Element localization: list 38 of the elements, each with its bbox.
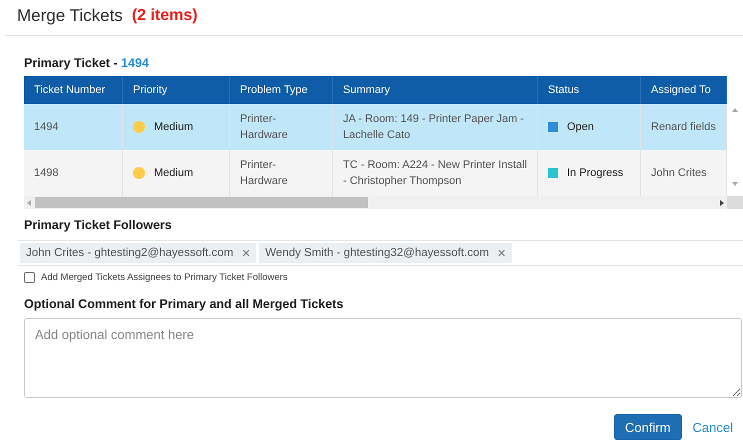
column-header[interactable]: Summary bbox=[333, 76, 538, 104]
column-header[interactable]: Ticket Number bbox=[24, 76, 123, 104]
table-cell: Renard fields bbox=[641, 104, 727, 150]
column-header[interactable]: Status bbox=[538, 76, 641, 104]
column-header[interactable]: Priority bbox=[123, 76, 230, 104]
priority-label: Medium bbox=[154, 120, 194, 135]
priority-label: Medium bbox=[154, 166, 194, 181]
status-label: In Progress bbox=[567, 166, 624, 181]
followers-field[interactable]: John Crites - ghtesting2@hayessoft.com ✕ Wendy Smith - ghtesting32@hayessoft.com ✕ bbox=[18, 240, 743, 266]
section-heading: Primary Ticket Followers bbox=[24, 218, 172, 232]
cancel-link[interactable]: Cancel bbox=[692, 420, 733, 434]
checkbox-label: Add Merged Tickets Assignees to Primary Ticket Followers bbox=[41, 272, 288, 283]
primary-ticket-heading: Primary Ticket - 1494 bbox=[24, 56, 149, 70]
scrollbar-corner bbox=[727, 196, 743, 209]
checkbox[interactable] bbox=[24, 272, 35, 283]
comment-field[interactable]: Add optional comment here bbox=[24, 318, 742, 398]
scroll-left-icon[interactable] bbox=[27, 200, 31, 206]
table-cell: JA - Room: 149 - Printer Paper Jam - Lachelle Cato bbox=[333, 104, 538, 150]
table-cell: Printer-Hardware bbox=[230, 150, 333, 196]
follower-name: Wendy Smith - ghtesting32@hayessoft.com bbox=[265, 247, 489, 259]
follower-name: John Crites - ghtesting2@hayessoft.com bbox=[26, 247, 234, 259]
item-count: (2 items) bbox=[132, 6, 198, 24]
remove-icon[interactable]: ✕ bbox=[241, 246, 250, 260]
table-cell: John Crites bbox=[641, 150, 727, 196]
table-cell: 1494 bbox=[24, 104, 123, 150]
horizontal-scrollbar[interactable] bbox=[24, 196, 727, 209]
table-cell: Printer-Hardware bbox=[230, 104, 333, 150]
status-label: Open bbox=[567, 120, 594, 135]
scroll-up-icon[interactable] bbox=[732, 108, 738, 112]
column-header[interactable]: Problem Type bbox=[230, 76, 333, 104]
table-cell: TC - Room: A224 - New Printer Install - Christopher Thompson bbox=[333, 150, 538, 196]
dialog-title: Merge Tickets bbox=[17, 6, 123, 26]
table-cell: 1498 bbox=[24, 150, 123, 196]
remove-icon[interactable]: ✕ bbox=[496, 246, 506, 260]
scroll-down-icon[interactable] bbox=[732, 182, 738, 186]
confirm-button[interactable]: Confirm bbox=[614, 414, 682, 440]
column-header[interactable]: Assigned To bbox=[641, 76, 727, 104]
section-heading: Optional Comment for Primary and all Merged Tickets bbox=[24, 297, 344, 311]
